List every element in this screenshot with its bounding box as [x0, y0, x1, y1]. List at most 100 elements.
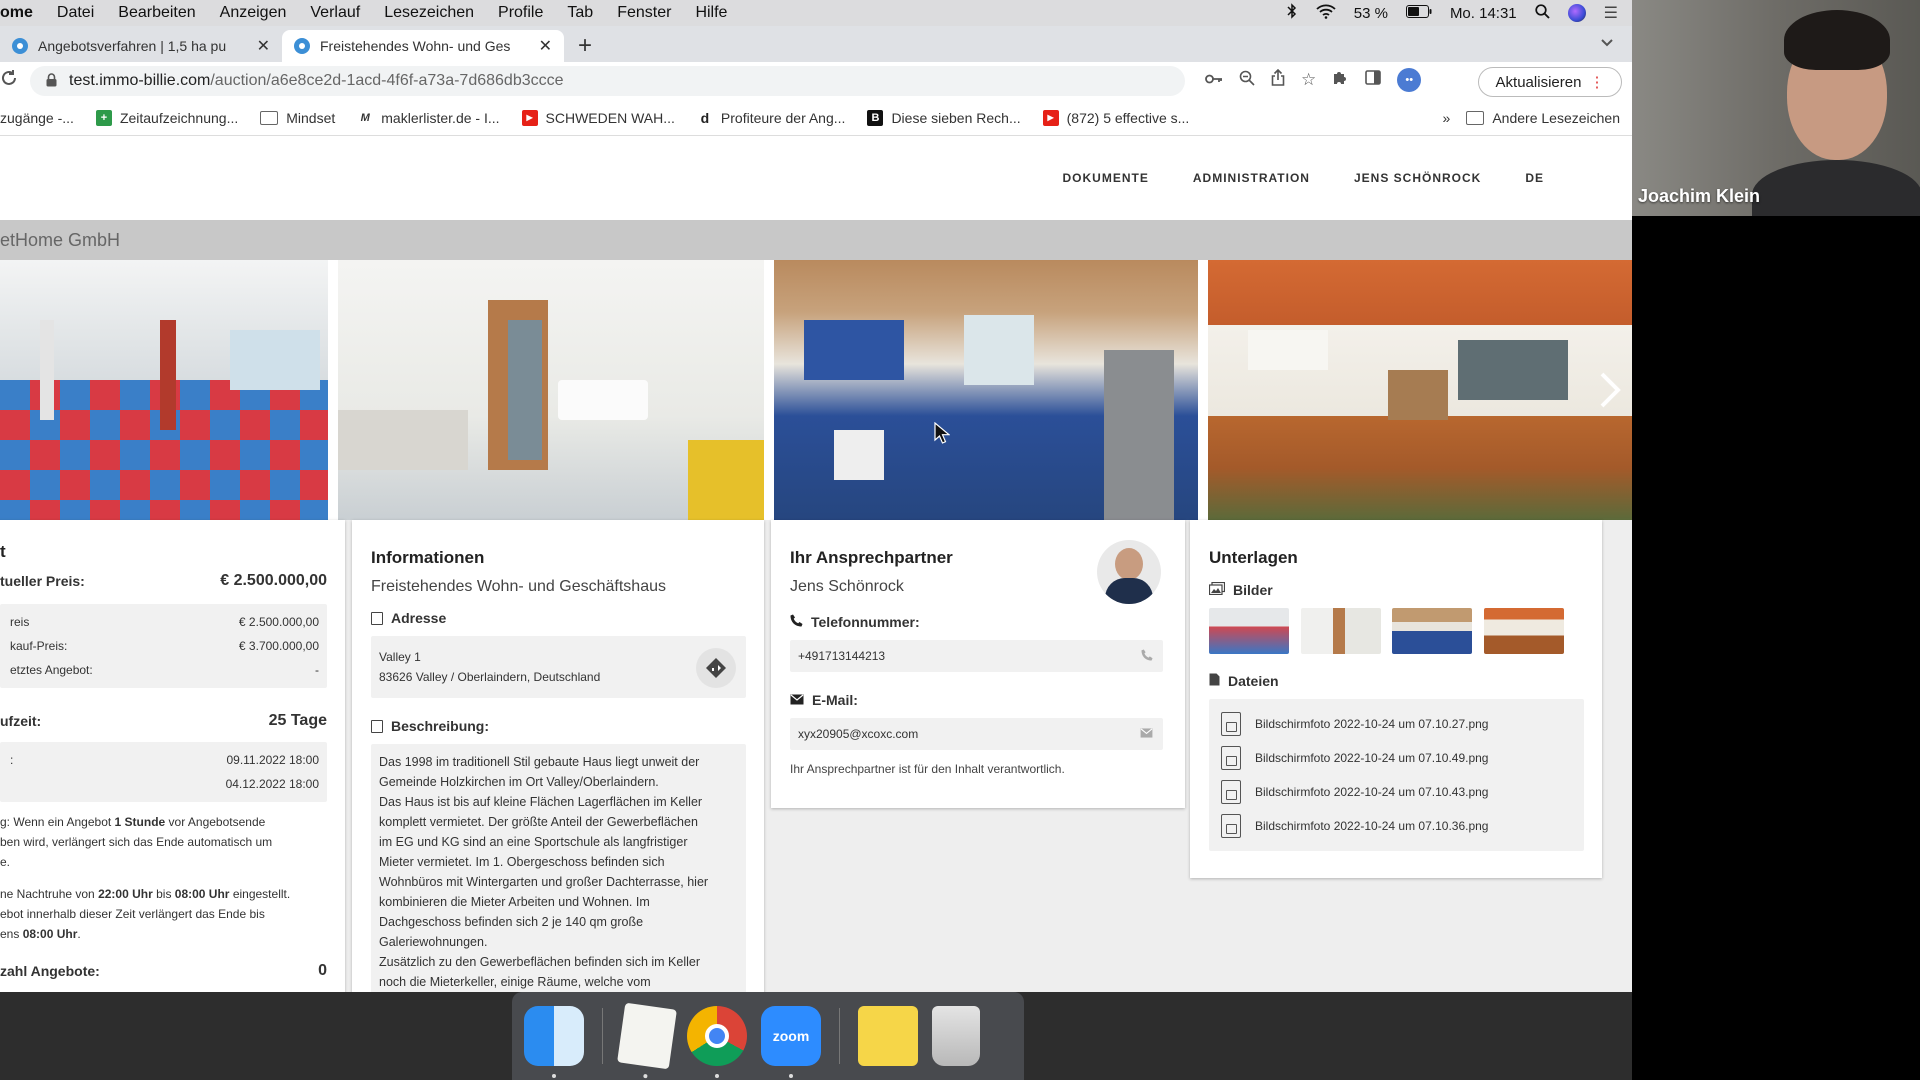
- note-text: g: Wenn ein Angebot: [0, 815, 115, 829]
- bookmark-label: maklerlister.de - I...: [381, 109, 500, 126]
- site-top-nav: DOKUMENTE ADMINISTRATION JENS SCHÖNROCK …: [0, 136, 1632, 220]
- file-name[interactable]: Bildschirmfoto 2022-10-24 um 07.10.36.pn…: [1255, 819, 1488, 833]
- image-thumbnail[interactable]: [1300, 608, 1381, 654]
- phone-label: Telefonnummer:: [811, 614, 920, 630]
- bookmark-effective[interactable]: ▶ (872) 5 effective s...: [1042, 109, 1189, 126]
- contact-person-card: Ihr Ansprechpartner Jens Schönrock Telef…: [771, 520, 1185, 808]
- menubar-clock[interactable]: Mo. 14:31: [1450, 5, 1517, 22]
- menu-datei[interactable]: Datei: [57, 4, 94, 22]
- current-price-value: € 2.500.000,00: [220, 572, 327, 589]
- note-text: ne Nachtruhe von: [0, 887, 99, 901]
- file-row[interactable]: Bildschirmfoto 2022-10-24 um 07.10.43.pn…: [1221, 775, 1572, 809]
- file-row[interactable]: Bildschirmfoto 2022-10-24 um 07.10.36.pn…: [1221, 809, 1572, 843]
- call-icon[interactable]: [1141, 648, 1153, 664]
- file-name[interactable]: Bildschirmfoto 2022-10-24 um 07.10.27.pn…: [1255, 717, 1488, 731]
- chrome-icon[interactable]: [687, 1006, 747, 1078]
- update-label: Aktualisieren: [1495, 73, 1582, 91]
- bookmark-star-icon[interactable]: ☆: [1301, 70, 1316, 90]
- textedit-icon[interactable]: [617, 1002, 677, 1079]
- gallery-photo-building-aerial[interactable]: [1208, 260, 1632, 520]
- spotlight-search-icon[interactable]: [1535, 3, 1550, 23]
- bookmark-zugaenge[interactable]: zugänge -...: [0, 110, 74, 126]
- file-name[interactable]: Bildschirmfoto 2022-10-24 um 07.10.43.pn…: [1255, 785, 1488, 799]
- nav-administration[interactable]: ADMINISTRATION: [1193, 171, 1310, 185]
- phone-field[interactable]: +491713144213: [790, 640, 1163, 672]
- menu-lesezeichen[interactable]: Lesezeichen: [384, 4, 474, 22]
- key-icon[interactable]: [1205, 70, 1223, 90]
- control-center-icon[interactable]: ☰: [1604, 3, 1618, 23]
- new-tab-plus-icon[interactable]: +: [578, 30, 592, 62]
- last-bid-value: -: [315, 663, 319, 677]
- gallery-photo-sports-hall[interactable]: [0, 260, 328, 520]
- wifi-icon[interactable]: [1316, 4, 1336, 23]
- menu-app-name[interactable]: ome: [0, 4, 33, 22]
- image-file-icon: [1221, 780, 1241, 804]
- email-field[interactable]: xyx20905@xcoxc.com: [790, 718, 1163, 750]
- lock-icon[interactable]: [46, 72, 57, 90]
- side-panel-icon[interactable]: [1365, 70, 1382, 90]
- menu-profile[interactable]: Profile: [498, 4, 543, 22]
- bookmark-other-folder[interactable]: Andere Lesezeichen: [1466, 110, 1620, 126]
- bookmarks-bar: zugänge -... + Zeitaufzeichnung... Mindse…: [0, 100, 1632, 136]
- zoom-out-icon[interactable]: [1239, 70, 1255, 91]
- directions-button[interactable]: [696, 648, 736, 688]
- menu-verlauf[interactable]: Verlauf: [310, 4, 360, 22]
- bookmark-profiteure[interactable]: d Profiteure der Ang...: [697, 110, 846, 126]
- mail-icon[interactable]: [1140, 727, 1153, 741]
- file-row[interactable]: Bildschirmfoto 2022-10-24 um 07.10.49.pn…: [1221, 741, 1572, 775]
- reload-icon[interactable]: [0, 69, 22, 93]
- bluetooth-icon[interactable]: [1286, 3, 1298, 23]
- file-row[interactable]: Bildschirmfoto 2022-10-24 um 07.10.27.pn…: [1221, 707, 1572, 741]
- menu-hilfe[interactable]: Hilfe: [695, 4, 727, 22]
- siri-icon[interactable]: [1567, 4, 1586, 22]
- update-browser-button[interactable]: Aktualisieren ⋮: [1478, 67, 1622, 97]
- bookmark-diese-sieben[interactable]: B Diese sieben Rech...: [867, 109, 1021, 126]
- finder-icon[interactable]: [524, 1006, 584, 1078]
- battery-icon[interactable]: [1405, 4, 1432, 22]
- image-thumbnail[interactable]: [1483, 608, 1564, 654]
- bookmark-zeitaufzeichnung[interactable]: + Zeitaufzeichnung...: [95, 109, 238, 126]
- file-name[interactable]: Bildschirmfoto 2022-10-24 um 07.10.49.pn…: [1255, 751, 1488, 765]
- profile-avatar-icon[interactable]: ••: [1397, 68, 1422, 92]
- nav-dokumente[interactable]: DOKUMENTE: [1063, 171, 1149, 185]
- url-path: /auction/a6e8ce2d-1acd-4f6f-a73a-7d686db…: [210, 72, 564, 89]
- screen-share-stage: ome Datei Bearbeiten Anzeigen Verlauf Le…: [0, 0, 1920, 1080]
- menu-tab[interactable]: Tab: [567, 4, 593, 22]
- zoom-app-icon[interactable]: zoom: [761, 1006, 821, 1078]
- menu-fenster[interactable]: Fenster: [617, 4, 671, 22]
- menu-bearbeiten[interactable]: Bearbeiten: [118, 4, 195, 22]
- url-bar[interactable]: test.immo-billie.com/auction/a6e8ce2d-1a…: [30, 66, 1185, 96]
- gallery-photo-kitchen[interactable]: [774, 260, 1198, 520]
- image-file-icon: [1221, 746, 1241, 770]
- site-favicon-icon: [294, 38, 310, 54]
- company-bar: etHome GmbH: [0, 220, 1632, 260]
- bookmark-mindset[interactable]: Mindset: [260, 110, 335, 126]
- tab-search-chevron-icon[interactable]: [1600, 34, 1614, 50]
- bookmark-label: Mindset: [286, 109, 336, 126]
- trash-icon[interactable]: [932, 1006, 980, 1066]
- video-call-participant-tile[interactable]: Joachim Klein: [1632, 0, 1920, 216]
- nav-language[interactable]: DE: [1525, 171, 1544, 185]
- bookmark-maklerlister[interactable]: Mmaklerlister.de - I...: [357, 109, 500, 126]
- tab-freistehendes-wohnhaus[interactable]: Freistehendes Wohn- und Ges ✕: [282, 30, 564, 62]
- tab-close-icon[interactable]: ✕: [257, 36, 270, 56]
- share-icon[interactable]: [1271, 68, 1285, 91]
- info-card-title: Informationen: [371, 548, 485, 567]
- tab-angebotsverfahren[interactable]: Angebotsverfahren | 1,5 ha pu ✕: [0, 30, 282, 62]
- gallery-photo-bathroom[interactable]: [338, 260, 764, 520]
- buy-price-value: € 3.700.000,00: [238, 639, 319, 653]
- extensions-puzzle-icon[interactable]: [1332, 69, 1349, 91]
- notes-folder-icon[interactable]: [858, 1006, 918, 1066]
- image-thumbnail[interactable]: [1392, 608, 1473, 654]
- menu-anzeigen[interactable]: Anzeigen: [220, 4, 287, 22]
- bookmarks-more-chevron-icon[interactable]: »: [1443, 110, 1451, 126]
- image-thumbnail[interactable]: [1209, 608, 1289, 654]
- gallery-next-chevron-icon[interactable]: [1598, 370, 1622, 420]
- note-text: vor Angebotsende: [165, 815, 266, 829]
- note-text: eingestellt.: [229, 887, 291, 901]
- description-line: komplett vermietet. Der größte Anteil de…: [379, 815, 698, 829]
- spreadsheet-icon: +: [95, 109, 112, 126]
- nav-user-menu[interactable]: JENS SCHÖNROCK: [1354, 171, 1481, 185]
- bookmark-schweden[interactable]: ▶ SCHWEDEN WAH...: [521, 109, 675, 126]
- tab-close-icon[interactable]: ✕: [539, 36, 552, 56]
